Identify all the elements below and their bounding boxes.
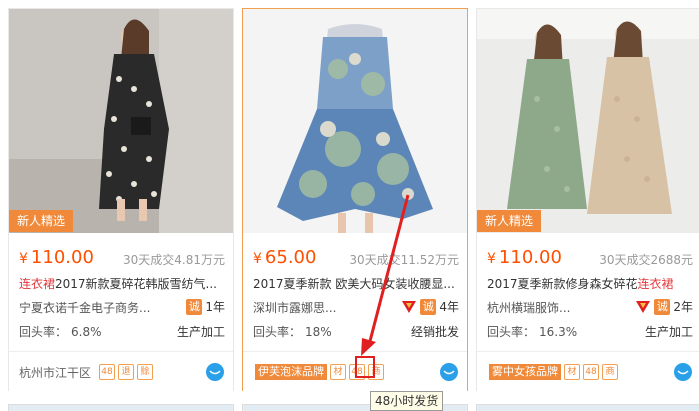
product-card-2[interactable]: ¥65.00 30天成交11.52万元 2017夏季新款 欧美大码女装收腰显..… (242, 8, 468, 391)
credit-icon[interactable]: 赊 (137, 364, 153, 380)
cheng-badge-icon: 诚 (420, 298, 437, 315)
48h-shipping-icon[interactable]: 48 (99, 364, 115, 380)
product-photo[interactable] (9, 9, 233, 233)
company-name[interactable]: 深圳市露娜思... (253, 299, 403, 317)
product-card-1[interactable]: 新人精选 ¥110.00 30天成交4.81万元 连衣裙2017新款夏碎花韩版雪… (8, 8, 234, 391)
product-image (243, 9, 467, 233)
price: ¥110.00 (487, 247, 562, 268)
company-name[interactable]: 宁夏衣诺千金电子商务... (19, 299, 169, 317)
shield-badge-icon (636, 300, 651, 313)
business-mode: 生产加工 (176, 325, 225, 339)
material-icon[interactable]: 材 (330, 364, 346, 380)
chat-bubble-icon[interactable] (205, 362, 225, 382)
service-icons: 雾中女孩品牌 材 48 商 (489, 364, 618, 380)
card-footer: 雾中女孩品牌 材 48 商 (477, 351, 699, 391)
product-image (9, 9, 233, 233)
chat-bubble-icon[interactable] (673, 362, 693, 382)
return-icon[interactable]: 退 (118, 364, 134, 380)
cheng-badge-icon: 诚 (654, 298, 671, 315)
product-title[interactable]: 2017夏季新款 欧美大码女装收腰显... (253, 275, 459, 293)
cheng-badge-icon: 诚 (186, 298, 203, 315)
product-title[interactable]: 2017夏季新款修身森女碎花连衣裙 (487, 275, 693, 293)
product-title[interactable]: 连衣裙2017新款夏碎花韩版雪纺气... (19, 275, 225, 293)
supplier-years: 诚 4年 (401, 298, 459, 315)
new-pick-badge: 新人精选 (9, 210, 74, 232)
product-image (477, 9, 699, 233)
next-row-card (476, 404, 699, 411)
product-card-3[interactable]: 新人精选 ¥110.00 30天成交2688元 2017夏季新款修身森女碎花连衣… (476, 8, 699, 391)
next-row-card (8, 404, 234, 411)
monthly-deal: 30天成交2688元 (599, 253, 693, 267)
supplier-years: 诚 2年 (635, 298, 693, 315)
supplier-years: 诚 1年 (186, 298, 225, 315)
price: ¥65.00 (253, 247, 317, 268)
company-name[interactable]: 杭州横瑞服饰... (487, 299, 637, 317)
new-pick-badge: 新人精选 (477, 210, 542, 232)
brand-tag[interactable]: 雾中女孩品牌 (489, 364, 561, 380)
chat-bubble-icon[interactable] (439, 362, 459, 382)
card-footer: 杭州市江干区 48 退 赊 (9, 351, 233, 391)
material-icon[interactable]: 材 (564, 364, 580, 380)
repurchase-rate: 回头率： 16.3% (487, 325, 578, 339)
product-photo[interactable] (477, 9, 699, 233)
product-photo[interactable] (243, 9, 467, 233)
merchant-icon[interactable]: 商 (602, 364, 618, 380)
brand-tag[interactable]: 伊芙泡沫品牌 (255, 364, 327, 380)
location: 杭州市江干区 (19, 366, 92, 380)
service-icons: 48 退 赊 (99, 364, 153, 380)
monthly-deal: 30天成交4.81万元 (123, 253, 225, 267)
business-mode: 经销批发 (410, 325, 459, 339)
price: ¥110.00 (19, 247, 94, 268)
annotation-highlight-box (355, 356, 375, 378)
tooltip: 48小时发货 (370, 391, 444, 411)
repurchase-rate: 回头率： 6.8% (19, 325, 102, 339)
shield-badge-icon (402, 300, 417, 313)
monthly-deal: 30天成交11.52万元 (349, 253, 459, 267)
business-mode: 生产加工 (644, 325, 693, 339)
48h-shipping-icon[interactable]: 48 (583, 364, 599, 380)
repurchase-rate: 回头率： 18% (253, 325, 332, 339)
